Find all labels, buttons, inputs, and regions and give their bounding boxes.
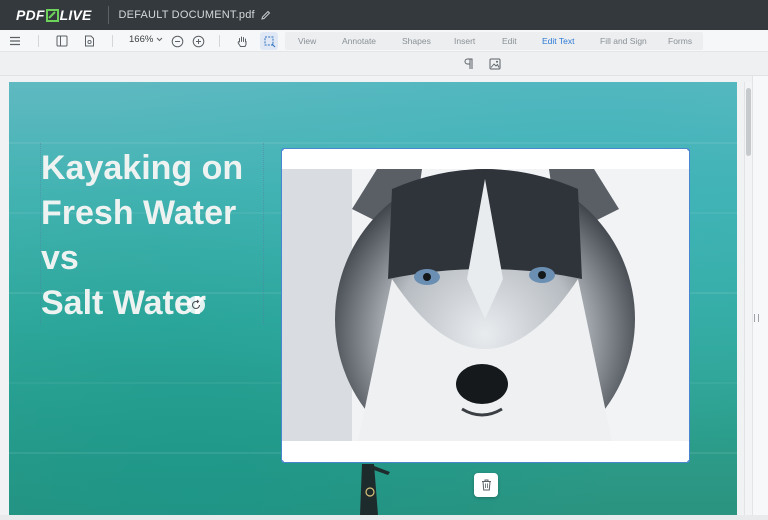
sidebar-panel-icon[interactable] — [53, 32, 71, 50]
tab-annotate[interactable]: Annotate — [342, 36, 376, 46]
tab-edit[interactable]: Edit — [502, 36, 517, 46]
title-line: Kayaking on — [41, 149, 244, 187]
toolbar-divider — [38, 35, 39, 47]
logo-text-pdf: PDF — [16, 7, 45, 23]
page-title[interactable]: Kayaking on Fresh Water vs Salt Water — [41, 146, 243, 326]
pencil-icon[interactable] — [261, 10, 271, 20]
logo-mark-icon — [45, 8, 59, 22]
grip-icon — [754, 314, 759, 322]
tab-fill-and-sign[interactable]: Fill and Sign — [600, 36, 647, 46]
scrollbar-thumb[interactable] — [746, 88, 751, 156]
resize-handle-top-left[interactable] — [282, 149, 285, 152]
title-line: vs — [41, 239, 79, 277]
title-line: Fresh Water — [41, 194, 237, 232]
app-logo[interactable]: PDF LIVE — [16, 0, 92, 30]
page-settings-icon[interactable] — [80, 32, 98, 50]
zoom-select[interactable]: 166% — [129, 34, 163, 45]
tab-forms[interactable]: Forms — [668, 36, 692, 46]
vertical-scrollbar[interactable] — [744, 82, 752, 515]
zoom-value: 166% — [129, 34, 154, 45]
rotate-icon[interactable] — [187, 296, 205, 314]
resize-handle-top-right[interactable] — [686, 149, 689, 152]
selected-image[interactable] — [281, 148, 690, 463]
tab-edit-text[interactable]: Edit Text — [542, 36, 574, 46]
trash-icon[interactable] — [474, 473, 498, 497]
document-title[interactable]: DEFAULT DOCUMENT.pdf — [119, 9, 255, 21]
chevron-down-icon — [156, 34, 163, 45]
mode-tabs: View Annotate Shapes Insert Edit Edit Te… — [285, 32, 703, 50]
toolbar-divider — [219, 35, 220, 47]
area-select-icon[interactable] — [260, 32, 278, 50]
logo-text-live: LIVE — [59, 7, 92, 23]
main-toolbar: 166% View Annotate Shapes Insert Edit Ed… — [0, 30, 768, 52]
image-icon[interactable] — [486, 55, 504, 73]
title-line: Salt Water — [41, 284, 207, 322]
zoom-out-icon[interactable] — [168, 32, 186, 50]
panel-resize-grip[interactable] — [752, 76, 768, 515]
tab-insert[interactable]: Insert — [454, 36, 475, 46]
app-header: PDF LIVE DEFAULT DOCUMENT.pdf — [0, 0, 768, 30]
zoom-in-icon[interactable] — [189, 32, 207, 50]
hamburger-icon[interactable] — [6, 32, 24, 50]
toolbar-divider — [112, 35, 113, 47]
kayak-image-fragment — [350, 462, 390, 515]
edit-text-toolbar — [0, 52, 768, 76]
husky-photo — [282, 169, 689, 462]
hand-pan-icon[interactable] — [233, 32, 251, 50]
tab-shapes[interactable]: Shapes — [402, 36, 431, 46]
tab-view[interactable]: View — [298, 36, 316, 46]
resize-handle-bottom-left[interactable] — [282, 459, 285, 462]
header-divider — [107, 6, 109, 24]
paragraph-icon[interactable] — [459, 55, 477, 73]
